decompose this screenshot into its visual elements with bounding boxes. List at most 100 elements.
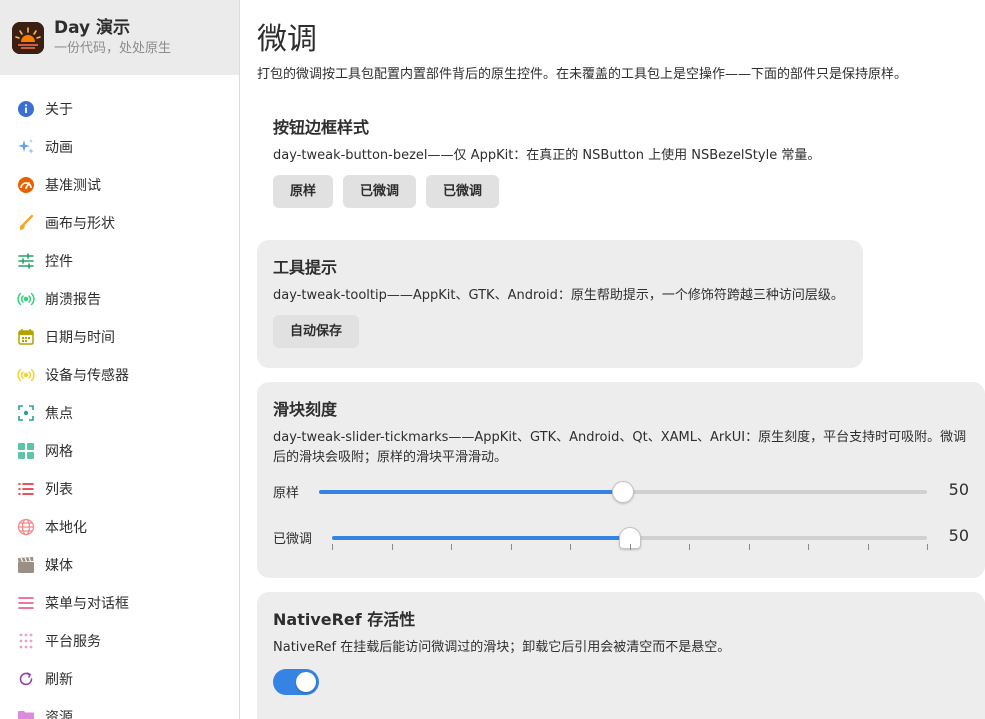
sidebar-item-label: 日期与时间 [45,330,115,346]
app-logo-icon [12,21,44,54]
menu-icon [17,594,35,612]
sidebar-item-grid[interactable]: 网格 [0,432,239,470]
sidebar-item-label: 菜单与对话框 [45,596,129,612]
sidebar: Day 演示 一份代码，处处原生 关于 动画 基准测试 画布与形状 控件 崩溃报… [0,0,240,719]
sidebar-item-label: 关于 [45,102,73,118]
sidebar-nav: 关于 动画 基准测试 画布与形状 控件 崩溃报告 日期与时间 设备与传感器 焦点… [0,75,239,719]
broadcast-icon [17,290,35,308]
section-description: day-tweak-slider-tickmarks——AppKit、GTK、A… [273,430,967,465]
section-title: 按钮边框样式 [273,118,370,137]
sidebar-item-label: 动画 [45,140,73,156]
nativeref-toggle[interactable] [273,669,319,695]
sidebar-item-label: 焦点 [45,406,73,422]
calendar-icon [17,328,35,346]
slider-label: 原样 [273,486,300,501]
slider-tick [570,544,571,550]
sidebar-item-animation[interactable]: 动画 [0,128,239,166]
nativeref-section: NativeRef 存活性 NativeRef 在挂载后能访问微调过的滑块；卸载… [257,592,985,719]
slider-tick [689,544,690,550]
sidebar-item-resources[interactable]: 资源 [0,698,239,719]
sidebar-item-devices-sensors[interactable]: 设备与传感器 [0,356,239,394]
section-title: 滑块刻度 [273,400,338,419]
sidebar-item-label: 画布与形状 [45,216,115,232]
slider-fill [332,536,630,540]
focus-icon [17,404,35,422]
sidebar-item-media[interactable]: 媒体 [0,546,239,584]
globe-icon [17,518,35,536]
slider-tick [332,544,333,550]
slider-row-as-is: 原样 50 [273,478,969,524]
tooltip-section: 工具提示 day-tweak-tooltip——AppKit、GTK、Andro… [257,240,863,368]
info-icon [17,100,35,118]
slider-label: 已微调 [273,532,313,547]
section-description: day-tweak-button-bezel——仅 AppKit：在真正的 NS… [273,148,821,163]
button-row: 原样 已微调 已微调 [273,175,821,208]
slider-tick [629,544,631,550]
sidebar-item-label: 崩溃报告 [45,292,101,308]
sidebar-item-localization[interactable]: 本地化 [0,508,239,546]
sidebar-item-label: 平台服务 [45,634,101,650]
sidebar-item-focus[interactable]: 焦点 [0,394,239,432]
sidebar-item-about[interactable]: 关于 [0,90,239,128]
slider-tick [451,544,452,550]
sidebar-item-controls[interactable]: 控件 [0,242,239,280]
as-is-button[interactable]: 原样 [273,175,334,208]
refresh-icon [17,670,35,688]
bezel-section: 按钮边框样式 day-tweak-button-bezel——仅 AppKit：… [257,100,837,224]
page-title: 微调 [257,22,317,57]
slider-fill [319,490,623,494]
sidebar-item-platform-services[interactable]: 平台服务 [0,622,239,660]
slider-tick [867,544,869,550]
app-header: Day 演示 一份代码，处处原生 [0,0,239,75]
as-is-slider[interactable] [319,481,927,503]
slider-value: 50 [948,480,969,499]
toggle-knob [296,672,316,692]
sidebar-item-label: 设备与传感器 [45,368,129,384]
sidebar-item-canvas[interactable]: 画布与形状 [0,204,239,242]
sidebar-item-label: 基准测试 [45,178,101,194]
tweaked-slider[interactable] [332,527,928,550]
main-content: 微调 打包的微调按工具包配置内置部件背后的原生控件。在未覆盖的工具包上是空操作—… [241,0,985,719]
sidebar-item-refresh[interactable]: 刷新 [0,660,239,698]
sidebar-item-benchmark[interactable]: 基准测试 [0,166,239,204]
tweaked-button[interactable]: 已微调 [343,175,417,208]
slider-tick [391,544,393,550]
sidebar-item-label: 资源 [45,710,73,719]
sidebar-item-label: 控件 [45,254,73,270]
sidebar-item-date-time[interactable]: 日期与时间 [0,318,239,356]
sensor-icon [17,366,35,384]
sidebar-item-label: 媒体 [45,558,73,574]
section-description: NativeRef 在挂载后能访问微调过的滑块；卸载它后引用会被清空而不是悬空。 [273,640,731,655]
slider-tick [748,544,750,550]
page-description: 打包的微调按工具包配置内置部件背后的原生控件。在未覆盖的工具包上是空操作——下面… [257,67,908,82]
sliders-icon [17,252,35,270]
sidebar-item-menus-dialogs[interactable]: 菜单与对话框 [0,584,239,622]
section-description: day-tweak-tooltip——AppKit、GTK、Android：原生… [273,288,844,303]
speedometer-icon [17,176,35,194]
section-title: 工具提示 [273,258,338,277]
tweaked-button-2[interactable]: 已微调 [426,175,500,208]
app-title: Day 演示 [54,18,131,38]
film-icon [17,556,35,574]
sidebar-item-label: 列表 [45,482,73,498]
sidebar-item-label: 网格 [45,444,73,460]
grid-icon [17,442,35,460]
section-title: NativeRef 存活性 [273,610,416,629]
sidebar-item-list[interactable]: 列表 [0,470,239,508]
sidebar-item-crash-reports[interactable]: 崩溃报告 [0,280,239,318]
slider-tick [510,544,512,550]
slider-tick [927,544,928,550]
slider-handle[interactable] [612,481,634,503]
sidebar-item-label: 刷新 [45,672,73,688]
button-row: 自动保存 [273,315,847,348]
dots-grid-icon [17,632,35,650]
slider-value: 50 [948,526,969,545]
list-icon [17,480,35,498]
app-subtitle: 一份代码，处处原生 [54,41,172,56]
sidebar-item-label: 本地化 [45,520,87,536]
folder-icon [17,708,35,719]
sparkle-icon [17,138,35,156]
slider-section: 滑块刻度 day-tweak-slider-tickmarks——AppKit、… [257,382,985,578]
autosave-button[interactable]: 自动保存 [273,315,360,348]
slider-row-tweaked: 已微调 50 [273,524,969,570]
